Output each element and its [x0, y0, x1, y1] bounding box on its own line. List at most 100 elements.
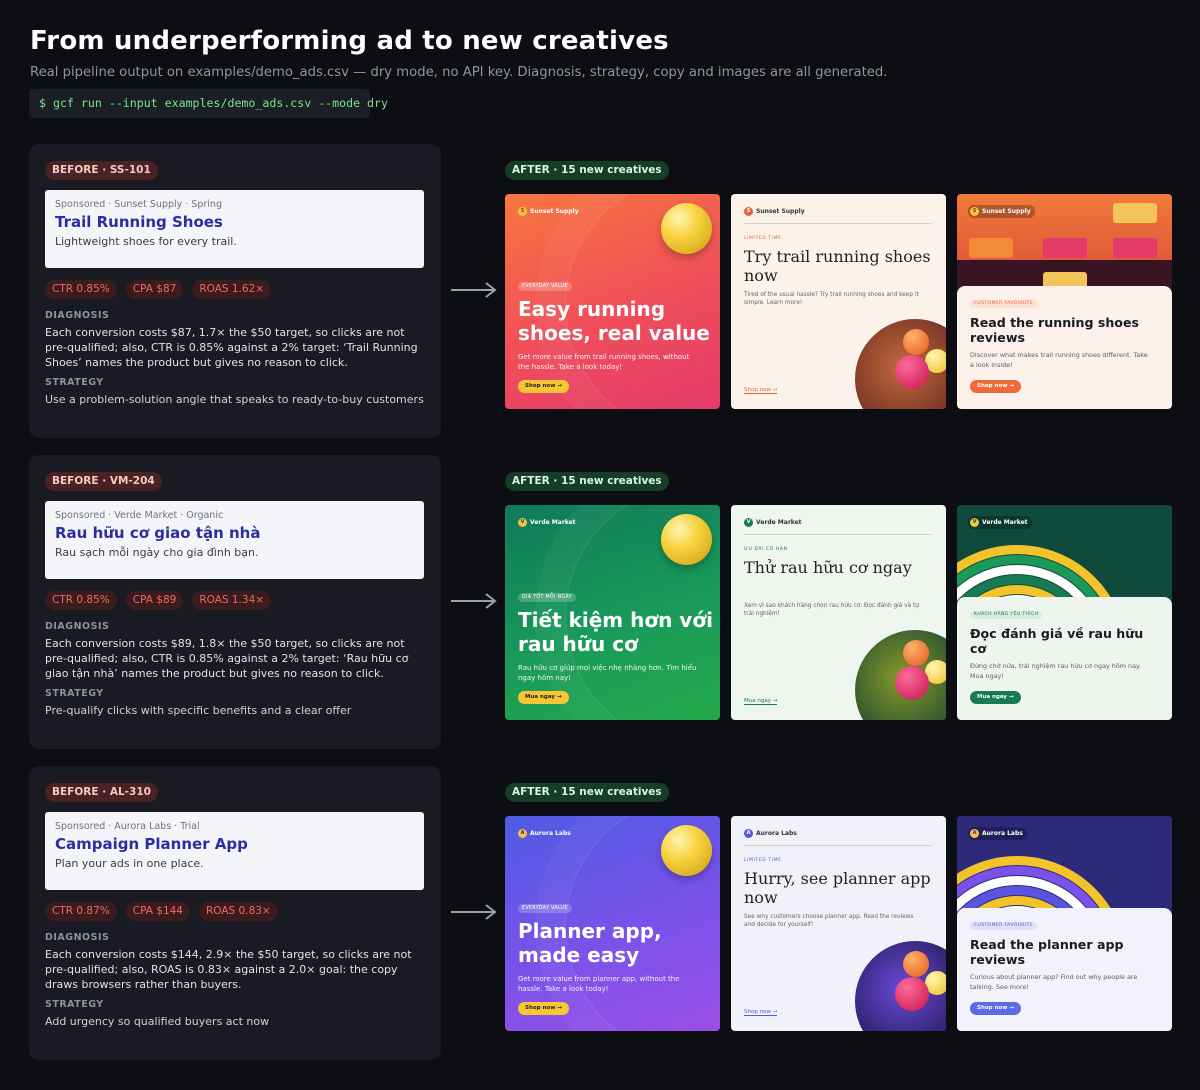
ad-description: Rau sạch mỗi ngày cho gia đình bạn. — [55, 546, 259, 559]
before-panel: BEFORE · VM-204 Sponsored · Verde Market … — [29, 455, 441, 749]
brand-name: Verde Market — [982, 519, 1028, 526]
sphere-graphic — [895, 355, 929, 389]
cta-button[interactable]: Shop now → — [970, 1002, 1021, 1015]
sphere-graphic — [895, 977, 929, 1011]
cta-button[interactable]: Shop now → — [970, 380, 1021, 393]
arrow-right-icon — [450, 902, 498, 922]
brand-name: Aurora Labs — [982, 830, 1023, 837]
ad-meta: Sponsored · Verde Market · Organic — [55, 510, 224, 521]
creative-card[interactable]: S Sunset Supply LIMITED TIME Try trail runn… — [731, 194, 946, 409]
creative-headline: Thử rau hữu cơ ngay — [744, 558, 912, 577]
divider — [744, 845, 932, 846]
arrow-right-icon — [450, 591, 498, 611]
brand-name: Sunset Supply — [530, 208, 579, 215]
ad-preview-card: Sponsored · Aurora Labs · Trial Campaign … — [45, 812, 424, 890]
brand-tag: V Verde Market — [968, 516, 1032, 529]
diagnosis-text: Each conversion costs $144, 2.9× the $50… — [45, 948, 412, 991]
cta-button[interactable]: Mua ngay → — [970, 691, 1021, 704]
strategy-label: STRATEGY — [45, 377, 104, 388]
creative-card[interactable]: S Sunset Supply CUSTOMER FAVOURITE Read the… — [957, 194, 1172, 409]
brand-name: Sunset Supply — [756, 208, 805, 215]
sphere-graphic — [895, 666, 929, 700]
sphere-graphic — [661, 825, 712, 876]
divider — [744, 534, 932, 535]
brand-name: Sunset Supply — [982, 208, 1031, 215]
diagnosis-label: DIAGNOSIS — [45, 621, 110, 632]
creative-headline: Planner app, made easy — [518, 919, 662, 967]
creative-card[interactable]: A Aurora Labs EVERYDAY VALUE Planner app, m… — [505, 816, 720, 1031]
creative-eyebrow: EVERYDAY VALUE — [518, 904, 572, 913]
creative-body: Đừng chờ nữa, trải nghiệm rau hữu cơ nga… — [970, 662, 1141, 680]
before-badge: BEFORE · AL-310 — [45, 783, 158, 802]
creative-headline: Read the running shoes reviews — [970, 315, 1139, 345]
ad-title: Campaign Planner App — [55, 835, 248, 853]
diagnosis-label: DIAGNOSIS — [45, 932, 110, 943]
ad-description: Plan your ads in one place. — [55, 857, 204, 870]
cta-button[interactable]: Mua ngay → — [518, 691, 569, 704]
creative-body: See why customers choose planner app. Re… — [744, 914, 914, 928]
cta-button[interactable]: Shop now → — [518, 1002, 569, 1015]
brand-tag: V Verde Market — [518, 518, 576, 527]
metric-chip: CTR 0.85% — [45, 280, 117, 299]
metric-chip: ROAS 0.83× — [198, 902, 278, 921]
cta-link[interactable]: Shop now → — [744, 387, 778, 394]
brand-tag: S Sunset Supply — [518, 207, 579, 216]
sphere-graphic — [855, 319, 946, 409]
metric-chip: CPA $87 — [125, 280, 184, 299]
page-subtitle: Real pipeline output on examples/demo_ad… — [30, 65, 888, 80]
creative-card[interactable]: A Aurora Labs LIMITED TIME Hurry, see plann… — [731, 816, 946, 1031]
sphere-graphic — [855, 941, 946, 1031]
brand-logo-icon: V — [518, 518, 527, 527]
creative-eyebrow: KHÁCH HÀNG YÊU THÍCH — [970, 611, 1043, 619]
diagnosis-text: Each conversion costs $89, 1.8× the $50 … — [45, 637, 409, 680]
creative-card[interactable]: V Verde Market KHÁCH HÀNG YÊU THÍCH Đọc đán… — [957, 505, 1172, 720]
metric-chip: ROAS 1.62× — [192, 280, 272, 299]
cta-link[interactable]: Mua ngay → — [744, 698, 778, 705]
brand-name: Aurora Labs — [756, 830, 797, 837]
ad-meta: Sponsored · Aurora Labs · Trial — [55, 821, 200, 832]
brand-name: Verde Market — [530, 519, 576, 526]
after-badge: AFTER · 15 new creatives — [505, 161, 669, 180]
cta-link[interactable]: Shop now → — [744, 1009, 778, 1016]
comparison-row: BEFORE · VM-204 Sponsored · Verde Market … — [0, 455, 1200, 749]
creative-headline: Easy running shoes, real value — [518, 297, 710, 345]
brand-logo-icon: V — [744, 518, 753, 527]
ad-description: Lightweight shoes for every trail. — [55, 235, 237, 248]
creative-eyebrow: LIMITED TIME — [744, 236, 782, 241]
before-panel: BEFORE · AL-310 Sponsored · Aurora Labs ·… — [29, 766, 441, 1060]
divider — [744, 223, 932, 224]
block-shape — [1113, 238, 1157, 258]
creative-headline: Tiết kiệm hơn với rau hữu cơ — [518, 608, 713, 656]
cta-button[interactable]: Shop now → — [518, 380, 569, 393]
arrow-right-icon — [450, 280, 498, 300]
after-badge: AFTER · 15 new creatives — [505, 783, 669, 802]
brand-logo-icon: S — [970, 207, 979, 216]
brand-tag: V Verde Market — [744, 518, 802, 527]
creative-eyebrow: CUSTOMER FAVOURITE — [970, 922, 1037, 930]
brand-logo-icon: V — [970, 518, 979, 527]
metric-chip: CPA $144 — [125, 902, 190, 921]
brand-logo-icon: S — [744, 207, 753, 216]
creative-card[interactable]: A Aurora Labs CUSTOMER FAVOURITE Read the p… — [957, 816, 1172, 1031]
metrics-group: CTR 0.85% CPA $89 ROAS 1.34× — [45, 591, 272, 610]
brand-name: Aurora Labs — [530, 830, 571, 837]
strategy-label: STRATEGY — [45, 688, 104, 699]
before-badge: BEFORE · VM-204 — [45, 472, 162, 491]
creative-card[interactable]: V Verde Market GIÁ TỐT MỖI NGÀY Tiết kiệm h… — [505, 505, 720, 720]
sphere-graphic — [903, 329, 929, 355]
strategy-text: Pre-qualify clicks with specific benefit… — [45, 704, 352, 717]
brand-logo-icon: S — [518, 207, 527, 216]
creative-headline: Read the planner app reviews — [970, 937, 1124, 967]
brand-tag: A Aurora Labs — [518, 829, 571, 838]
strategy-text: Add urgency so qualified buyers act now — [45, 1015, 270, 1028]
creative-card[interactable]: V Verde Market ƯU ĐÃI CÓ HẠN Thử rau hữu cơ… — [731, 505, 946, 720]
before-badge: BEFORE · SS-101 — [45, 161, 158, 180]
sphere-graphic — [855, 630, 946, 720]
block-shape — [969, 238, 1013, 258]
brand-logo-icon: A — [518, 829, 527, 838]
creative-body: Curious about planner app? Find out why … — [970, 973, 1138, 991]
brand-logo-icon: A — [744, 829, 753, 838]
creative-card[interactable]: S Sunset Supply EVERYDAY VALUE Easy running… — [505, 194, 720, 409]
after-badge: AFTER · 15 new creatives — [505, 472, 669, 491]
creative-body: Get more value from planner app, without… — [518, 975, 680, 993]
